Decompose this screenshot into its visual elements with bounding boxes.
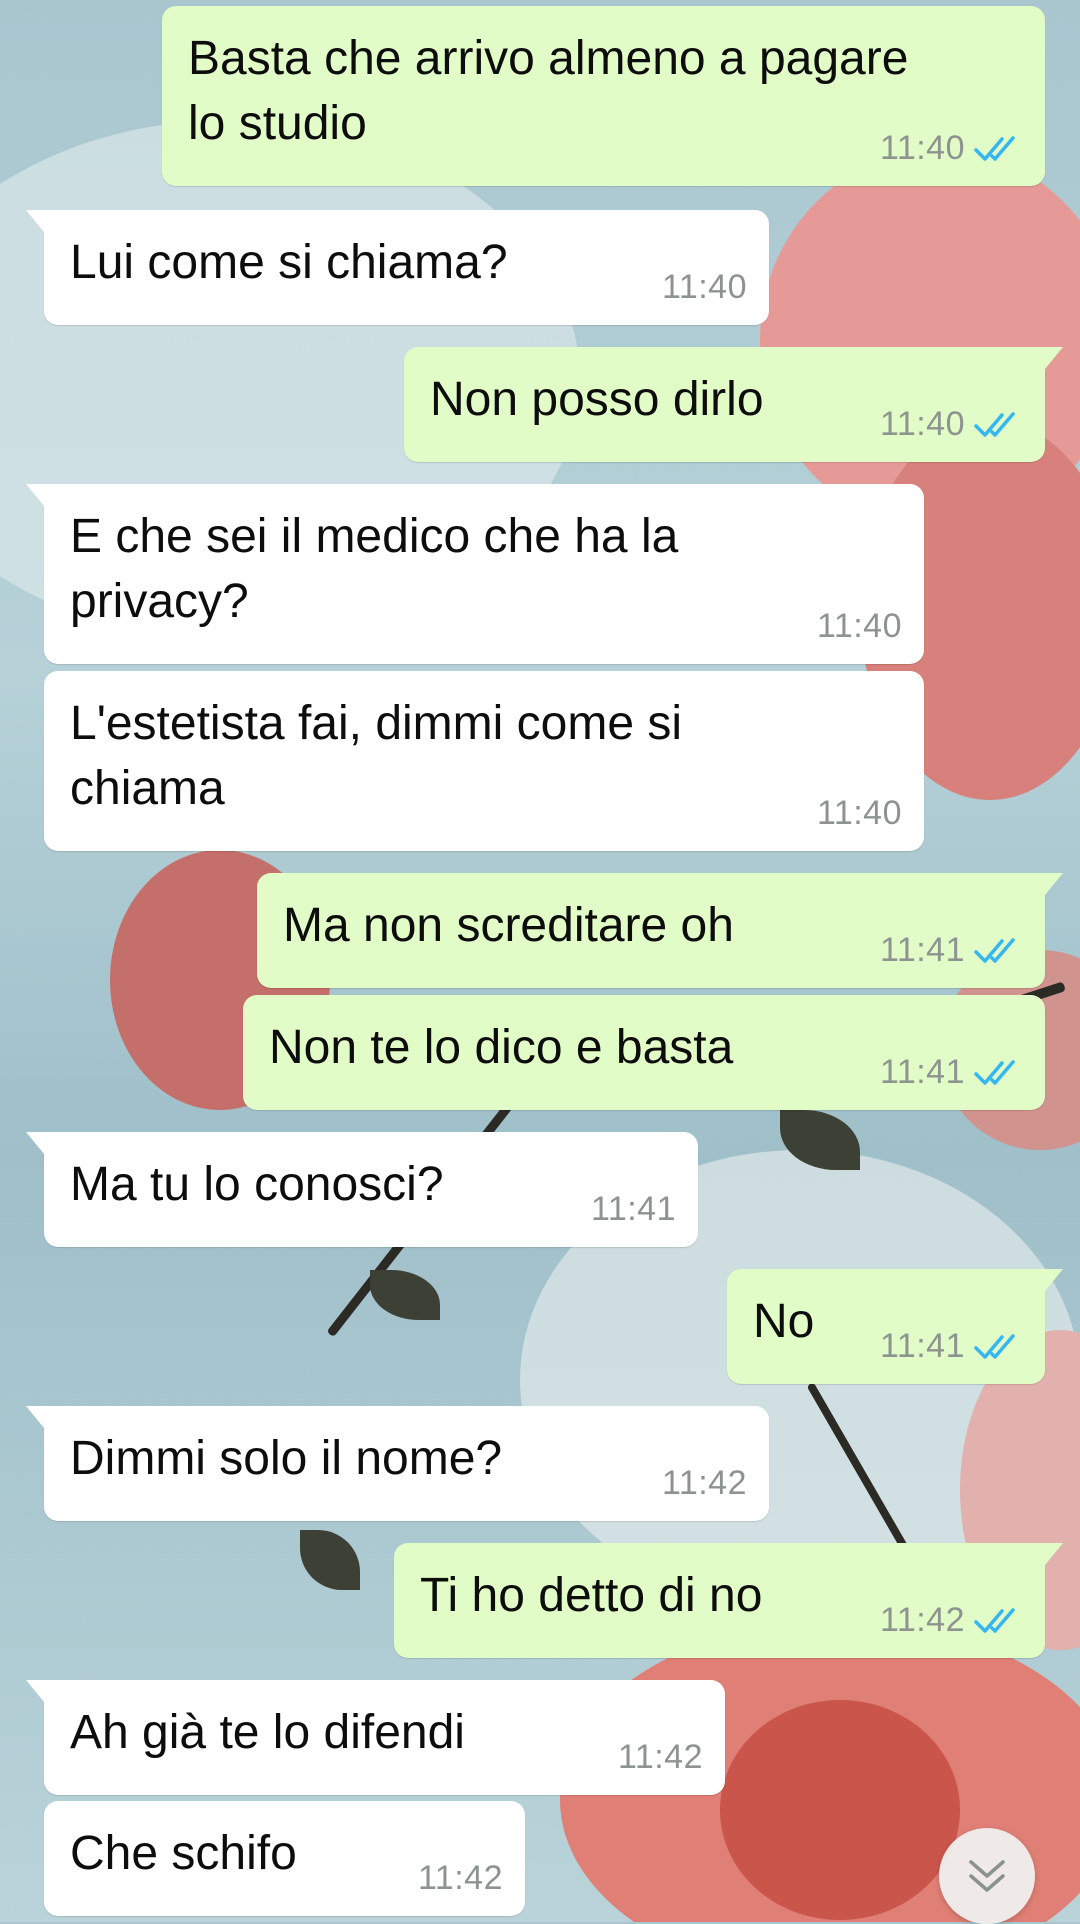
message-meta: 11:40: [817, 607, 902, 646]
double-check-icon: [974, 135, 1015, 161]
message-bubble-outgoing[interactable]: Non te lo dico e basta 11:41: [243, 995, 1045, 1110]
message-meta: 11:42: [618, 1738, 703, 1777]
message-bubble-outgoing[interactable]: Ma non screditare oh 11:41: [257, 873, 1063, 988]
scroll-to-bottom-button[interactable]: [939, 1828, 1035, 1924]
double-check-icon: [974, 1059, 1015, 1085]
message-bubble-incoming[interactable]: Ma tu lo conosci? 11:41: [26, 1132, 698, 1247]
message-text: L'estetista fai, dimmi come si chiama: [70, 697, 683, 815]
message-text: Lui come si chiama?: [70, 236, 508, 289]
message-bubble-outgoing[interactable]: No 11:41: [727, 1269, 1063, 1384]
double-check-icon: [974, 1333, 1015, 1359]
message-meta: 11:41: [880, 1327, 1023, 1366]
message-bubble-incoming[interactable]: Dimmi solo il nome? 11:42: [26, 1406, 769, 1521]
double-check-icon: [974, 937, 1015, 963]
double-check-icon: [974, 1607, 1015, 1633]
message-time: 11:41: [879, 1327, 965, 1365]
message-text: Ah già te lo difendi: [70, 1706, 465, 1759]
message-text: E che sei il medico che ha la privacy?: [70, 510, 679, 628]
message-bubble-incoming[interactable]: L'estetista fai, dimmi come si chiama 11…: [44, 671, 924, 851]
message-time: 11:40: [661, 268, 747, 306]
message-bubble-outgoing[interactable]: Ti ho detto di no 11:42: [394, 1543, 1063, 1658]
message-meta: 11:40: [817, 794, 902, 833]
message-time: 11:41: [590, 1190, 676, 1228]
message-bubble-incoming[interactable]: Che schifo 11:42: [44, 1801, 525, 1916]
message-time: 11:41: [879, 1053, 965, 1091]
message-meta: 11:40: [880, 129, 1023, 168]
chevron-double-down-icon: [969, 1860, 1005, 1892]
message-time: 11:40: [879, 129, 965, 167]
message-meta: 11:41: [880, 1053, 1023, 1092]
message-meta: 11:42: [418, 1859, 503, 1898]
message-list[interactable]: Basta che arrivo almeno a pagare lo stud…: [0, 0, 1080, 1922]
message-meta: 11:41: [880, 931, 1023, 970]
message-bubble-outgoing[interactable]: Basta che arrivo almeno a pagare lo stud…: [162, 6, 1045, 186]
message-time: 11:42: [417, 1859, 503, 1897]
double-check-icon: [974, 411, 1015, 437]
message-time: 11:42: [617, 1738, 703, 1776]
message-time: 11:42: [879, 1601, 965, 1639]
message-text: Ma tu lo conosci?: [70, 1158, 444, 1211]
message-time: 11:42: [661, 1464, 747, 1502]
message-time: 11:40: [816, 607, 902, 645]
message-time: 11:40: [879, 405, 965, 443]
message-bubble-outgoing[interactable]: Non posso dirlo 11:40: [404, 347, 1063, 462]
message-meta: 11:42: [880, 1601, 1023, 1640]
message-bubble-incoming[interactable]: E che sei il medico che ha la privacy? 1…: [26, 484, 924, 664]
message-bubble-incoming[interactable]: Lui come si chiama? 11:40: [26, 210, 769, 325]
message-meta: 11:41: [591, 1190, 676, 1229]
message-bubble-incoming[interactable]: Ah già te lo difendi 11:42: [26, 1680, 725, 1795]
message-time: 11:41: [879, 931, 965, 969]
message-time: 11:40: [816, 794, 902, 832]
message-text: Dimmi solo il nome?: [70, 1432, 503, 1485]
message-meta: 11:40: [662, 268, 747, 307]
message-meta: 11:40: [880, 405, 1023, 444]
message-meta: 11:42: [662, 1464, 747, 1503]
